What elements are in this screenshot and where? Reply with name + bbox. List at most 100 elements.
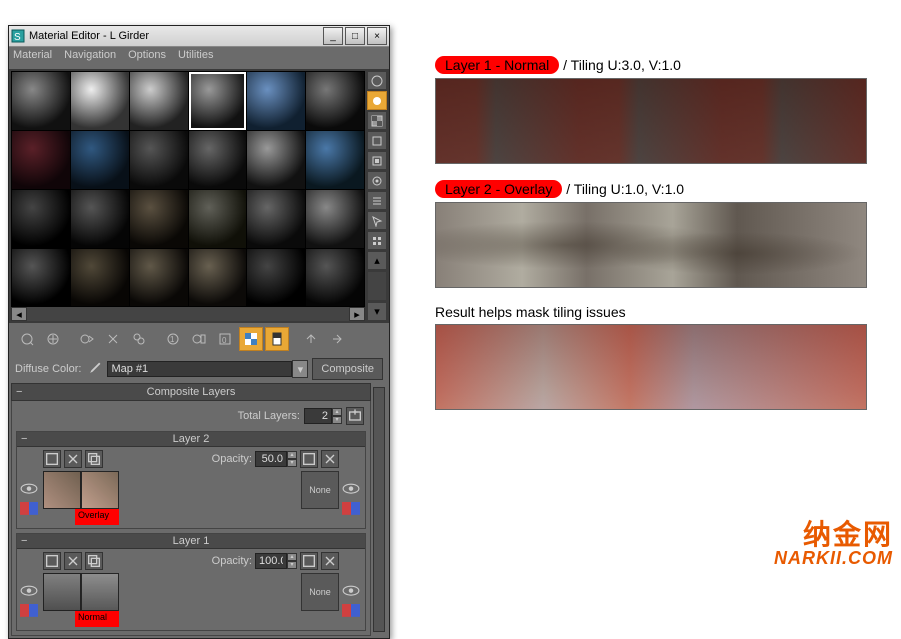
opacity-input[interactable] (255, 553, 287, 569)
layer-visible-icon[interactable] (20, 583, 38, 597)
material-slot[interactable] (12, 131, 70, 189)
layer-visible-icon[interactable] (20, 481, 38, 495)
layer-new-icon[interactable] (43, 450, 61, 468)
material-slot[interactable] (247, 72, 305, 130)
mask-delete-icon[interactable] (321, 552, 339, 570)
material-type-button[interactable]: Composite (312, 358, 383, 380)
scroll-left-icon[interactable]: ◂ (11, 307, 27, 321)
mask-new-icon[interactable] (300, 450, 318, 468)
material-slot[interactable] (247, 190, 305, 248)
material-id-icon[interactable]: 0 (213, 327, 237, 351)
layer-duplicate-icon[interactable] (85, 450, 103, 468)
material-map-navigator-icon[interactable] (367, 231, 387, 250)
make-unique-icon[interactable]: 1 (161, 327, 185, 351)
eyedropper-icon[interactable] (85, 361, 103, 377)
material-slot[interactable] (306, 249, 364, 307)
scroll-down-icon[interactable]: ▾ (367, 302, 387, 321)
material-slot[interactable] (71, 249, 129, 307)
material-slot[interactable] (12, 249, 70, 307)
show-end-result-icon[interactable] (265, 327, 289, 351)
layer-texture-thumb[interactable] (43, 471, 81, 509)
material-slot[interactable] (71, 72, 129, 130)
blend-mode-dropdown[interactable]: Normal (75, 611, 119, 627)
options-icon[interactable] (367, 191, 387, 210)
mask-new-icon[interactable] (300, 552, 318, 570)
material-slot[interactable] (306, 190, 364, 248)
get-material-icon[interactable] (15, 327, 39, 351)
opacity-spinner[interactable]: ▴▾ (287, 553, 297, 569)
reset-map-icon[interactable] (101, 327, 125, 351)
menu-utilities[interactable]: Utilities (178, 49, 213, 67)
scroll-right-icon[interactable]: ▸ (349, 307, 365, 321)
put-to-library-icon[interactable] (187, 327, 211, 351)
go-forward-icon[interactable] (325, 327, 349, 351)
map-dropdown-icon[interactable]: ▾ (292, 360, 308, 378)
opacity-spinner[interactable]: ▴▾ (287, 451, 297, 467)
layer-delete-icon[interactable] (64, 450, 82, 468)
collapse-icon[interactable]: − (16, 386, 22, 398)
material-slot[interactable] (306, 131, 364, 189)
menu-navigation[interactable]: Navigation (64, 49, 116, 67)
material-slot[interactable] (12, 72, 70, 130)
rollup-scrollbar[interactable] (373, 387, 385, 632)
composite-layers-rollup-header[interactable]: − Composite Layers (11, 383, 371, 401)
material-slot[interactable] (71, 131, 129, 189)
material-slot[interactable] (130, 131, 188, 189)
menu-options[interactable]: Options (128, 49, 166, 67)
background-icon[interactable] (367, 111, 387, 130)
maximize-button[interactable]: □ (345, 27, 365, 45)
make-copy-icon[interactable] (127, 327, 151, 351)
blend-mode-dropdown[interactable]: Overlay (75, 509, 119, 525)
mask-color-icon[interactable] (342, 603, 360, 617)
material-slot[interactable] (247, 249, 305, 307)
material-slot[interactable] (130, 190, 188, 248)
color-swatch-icon[interactable] (20, 603, 38, 617)
backlight-icon[interactable] (367, 91, 387, 110)
material-slot[interactable] (12, 190, 70, 248)
material-slot[interactable] (130, 249, 188, 307)
material-slot[interactable] (189, 190, 247, 248)
sample-scrollbar-horizontal[interactable]: ◂ ▸ (11, 307, 365, 321)
minimize-button[interactable]: _ (323, 27, 343, 45)
total-layers-input[interactable] (304, 408, 332, 424)
mask-slot[interactable]: None (301, 471, 339, 509)
material-slot[interactable] (306, 72, 364, 130)
layer-texture-thumb[interactable] (43, 573, 81, 611)
map-name-input[interactable] (107, 361, 292, 377)
material-slot-selected[interactable] (189, 72, 247, 130)
material-slot[interactable] (130, 72, 188, 130)
collapse-icon[interactable]: − (21, 433, 27, 445)
add-layer-icon[interactable] (346, 407, 364, 425)
sample-type-icon[interactable] (367, 71, 387, 90)
layer-header[interactable]: − Layer 1 (17, 534, 365, 549)
menu-material[interactable]: Material (13, 49, 52, 67)
close-button[interactable]: × (367, 27, 387, 45)
color-swatch-icon[interactable] (20, 501, 38, 515)
sample-uv-icon[interactable] (367, 131, 387, 150)
scroll-track[interactable] (27, 307, 349, 321)
material-slot[interactable] (71, 190, 129, 248)
total-layers-spinner[interactable]: ▴▾ (332, 408, 342, 424)
layer-texture-thumb[interactable] (81, 471, 119, 509)
material-slot[interactable] (189, 249, 247, 307)
collapse-icon[interactable]: − (21, 535, 27, 547)
layer-header[interactable]: − Layer 2 (17, 432, 365, 447)
scroll-up-icon[interactable]: ▴ (367, 251, 387, 270)
put-to-scene-icon[interactable] (41, 327, 65, 351)
mask-delete-icon[interactable] (321, 450, 339, 468)
map-name-field[interactable]: ▾ (107, 360, 308, 378)
opacity-input[interactable] (255, 451, 287, 467)
layer-new-icon[interactable] (43, 552, 61, 570)
material-slot[interactable] (189, 131, 247, 189)
make-preview-icon[interactable] (367, 171, 387, 190)
assign-to-selection-icon[interactable] (75, 327, 99, 351)
mask-color-icon[interactable] (342, 501, 360, 515)
layer-delete-icon[interactable] (64, 552, 82, 570)
mask-visible-icon[interactable] (342, 583, 360, 597)
material-slot[interactable] (247, 131, 305, 189)
layer-texture-thumb[interactable] (81, 573, 119, 611)
go-to-parent-icon[interactable] (299, 327, 323, 351)
scroll-track-vertical[interactable] (367, 271, 387, 301)
mask-visible-icon[interactable] (342, 481, 360, 495)
video-color-check-icon[interactable] (367, 151, 387, 170)
